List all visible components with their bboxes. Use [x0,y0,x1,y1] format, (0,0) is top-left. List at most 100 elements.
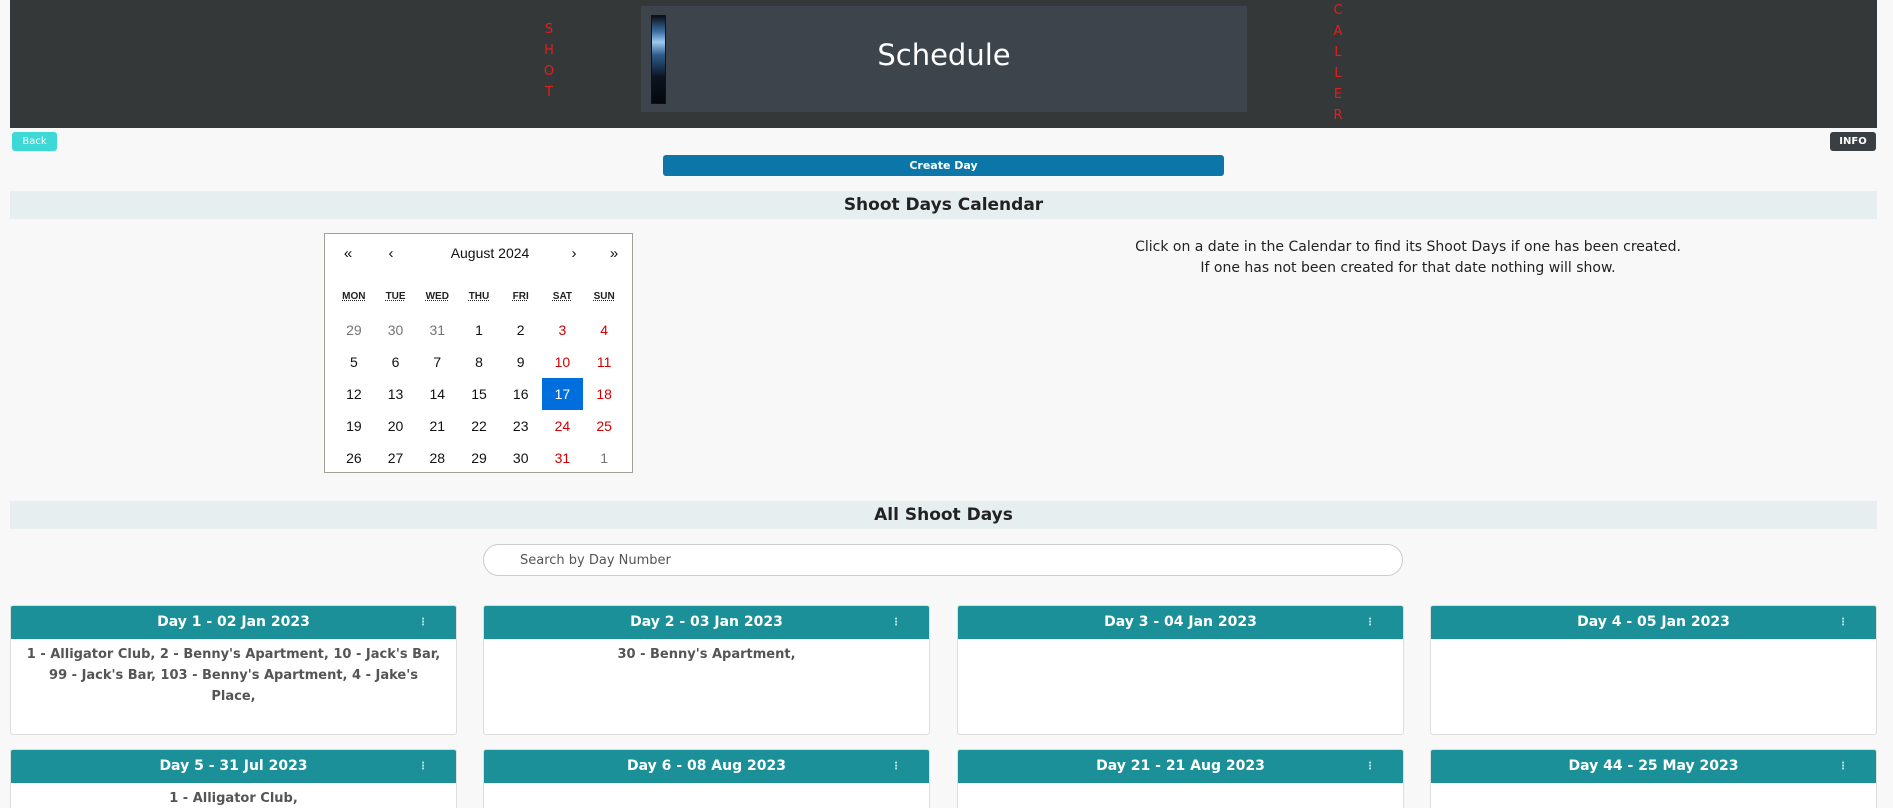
prev-year-button[interactable]: « [333,243,363,265]
instruction-line: Click on a date in the Calendar to find … [1135,239,1681,255]
day-card-scenes [1431,639,1876,649]
calendar-day[interactable]: 2 [500,314,542,346]
calendar-day[interactable]: 13 [375,378,417,410]
day-card-scenes [958,783,1403,793]
calendar-day[interactable]: 3 [542,314,584,346]
back-button[interactable]: Back [12,132,57,151]
calendar-day[interactable]: 20 [375,410,417,442]
day-card-title: Day 44 - 25 May 2023 [1568,758,1739,774]
day-card[interactable]: Day 3 - 04 Jan 2023 ⋮ [957,605,1404,735]
all-shoot-days-title: All Shoot Days [10,501,1877,529]
calendar-instructions: Click on a date in the Calendar to find … [1100,237,1716,279]
app-header: S H O T Schedule C A L L E R [10,0,1877,128]
calendar-day[interactable]: 28 [416,442,458,474]
shot-letter: S [544,22,554,37]
shot-letter: H [544,43,554,58]
calendar-navigation: « ‹ August 2024 › » [325,234,632,274]
day-card-header: Day 4 - 05 Jan 2023 ⋮ [1431,606,1876,639]
day-card-title: Day 4 - 05 Jan 2023 [1577,614,1730,630]
more-menu-icon[interactable]: ⋮ [1365,606,1375,639]
shot-vertical-text: S H O T [542,19,556,103]
calendar-day[interactable]: 26 [333,442,375,474]
calendar-day[interactable]: 15 [458,378,500,410]
calendar-day[interactable]: 29 [333,314,375,346]
calendar-day[interactable]: 16 [500,378,542,410]
day-card[interactable]: Day 4 - 05 Jan 2023 ⋮ [1430,605,1877,735]
weekday-label: SAT [552,291,573,302]
instruction-line: If one has not been created for that dat… [1200,260,1616,276]
calendar-day[interactable]: 10 [542,346,584,378]
calendar-day[interactable]: 18 [583,378,625,410]
calendar-day[interactable]: 1 [458,314,500,346]
weekday-label: THU [468,291,490,302]
next-year-button[interactable]: » [599,243,629,265]
calendar-day[interactable]: 21 [416,410,458,442]
search-input[interactable] [483,544,1403,576]
calendar-day[interactable]: 6 [375,346,417,378]
day-card-scenes: 30 - Benny's Apartment, [617,647,796,662]
day-card-scenes [1431,783,1876,793]
calendar-day[interactable]: 5 [333,346,375,378]
calendar-day[interactable]: 19 [333,410,375,442]
calendar-day[interactable]: 7 [416,346,458,378]
calendar-day[interactable]: 30 [500,442,542,474]
more-menu-icon[interactable]: ⋮ [891,606,901,639]
calendar-day[interactable]: 25 [583,410,625,442]
calendar-day[interactable]: 11 [583,346,625,378]
calendar: « ‹ August 2024 › » MON TUE WED THU FRI … [324,233,633,473]
weekday-label: MON [342,291,366,302]
prev-month-button[interactable]: ‹ [376,243,406,265]
caller-letter: R [1333,108,1343,123]
calendar-section-title: Shoot Days Calendar [10,191,1877,219]
more-menu-icon[interactable]: ⋮ [418,606,428,639]
day-card[interactable]: Day 1 - 02 Jan 2023 ⋮ 1 - Alligator Club… [10,605,457,735]
more-menu-icon[interactable]: ⋮ [891,750,901,783]
day-card[interactable]: Day 5 - 31 Jul 2023 ⋮ 1 - Alligator Club… [10,749,457,808]
day-card-scenes: 1 - Alligator Club, [169,791,298,806]
calendar-days: 29 30 31 1 2 3 4 5 6 7 8 9 10 11 12 13 1… [333,314,625,474]
day-card-header: Day 1 - 02 Jan 2023 ⋮ [11,606,456,639]
day-card[interactable]: Day 44 - 25 May 2023 ⋮ [1430,749,1877,808]
calendar-day[interactable]: 14 [416,378,458,410]
day-card[interactable]: Day 2 - 03 Jan 2023 ⋮ 30 - Benny's Apart… [483,605,930,735]
more-menu-icon[interactable]: ⋮ [418,750,428,783]
day-card[interactable]: Day 21 - 21 Aug 2023 ⋮ [957,749,1404,808]
title-banner: Schedule [641,6,1247,112]
page-title: Schedule [877,38,1011,72]
calendar-day[interactable]: 24 [542,410,584,442]
calendar-day[interactable]: 9 [500,346,542,378]
info-button[interactable]: INFO [1830,132,1876,151]
day-card-title: Day 1 - 02 Jan 2023 [157,614,310,630]
day-card[interactable]: Day 6 - 08 Aug 2023 ⋮ [483,749,930,808]
more-menu-icon[interactable]: ⋮ [1365,750,1375,783]
create-day-button[interactable]: Create Day [663,155,1224,176]
calendar-day[interactable]: 4 [583,314,625,346]
calendar-day[interactable]: 8 [458,346,500,378]
calendar-month-label[interactable]: August 2024 [425,245,555,261]
caller-vertical-text: C A L L E R [1331,0,1345,126]
day-card-title: Day 5 - 31 Jul 2023 [159,758,308,774]
day-card-title: Day 6 - 08 Aug 2023 [627,758,786,774]
calendar-day[interactable]: 23 [500,410,542,442]
calendar-day[interactable]: 22 [458,410,500,442]
caller-letter: L [1334,66,1342,81]
calendar-day[interactable]: 31 [542,442,584,474]
calendar-day[interactable]: 1 [583,442,625,474]
calendar-day[interactable]: 27 [375,442,417,474]
calendar-day[interactable]: 31 [416,314,458,346]
calendar-day[interactable]: 30 [375,314,417,346]
day-card-title: Day 2 - 03 Jan 2023 [630,614,783,630]
day-card-header: Day 6 - 08 Aug 2023 ⋮ [484,750,929,783]
more-menu-icon[interactable]: ⋮ [1838,606,1848,639]
next-month-button[interactable]: › [559,243,589,265]
day-card-header: Day 3 - 04 Jan 2023 ⋮ [958,606,1403,639]
weekday-label: SUN [593,291,615,302]
day-card-scenes [958,639,1403,649]
day-card-title: Day 21 - 21 Aug 2023 [1096,758,1265,774]
calendar-day[interactable]: 12 [333,378,375,410]
weekday-label: TUE [385,291,406,302]
calendar-day[interactable]: 29 [458,442,500,474]
calendar-day-selected[interactable]: 17 [541,378,584,410]
day-card-header: Day 44 - 25 May 2023 ⋮ [1431,750,1876,783]
more-menu-icon[interactable]: ⋮ [1838,750,1848,783]
